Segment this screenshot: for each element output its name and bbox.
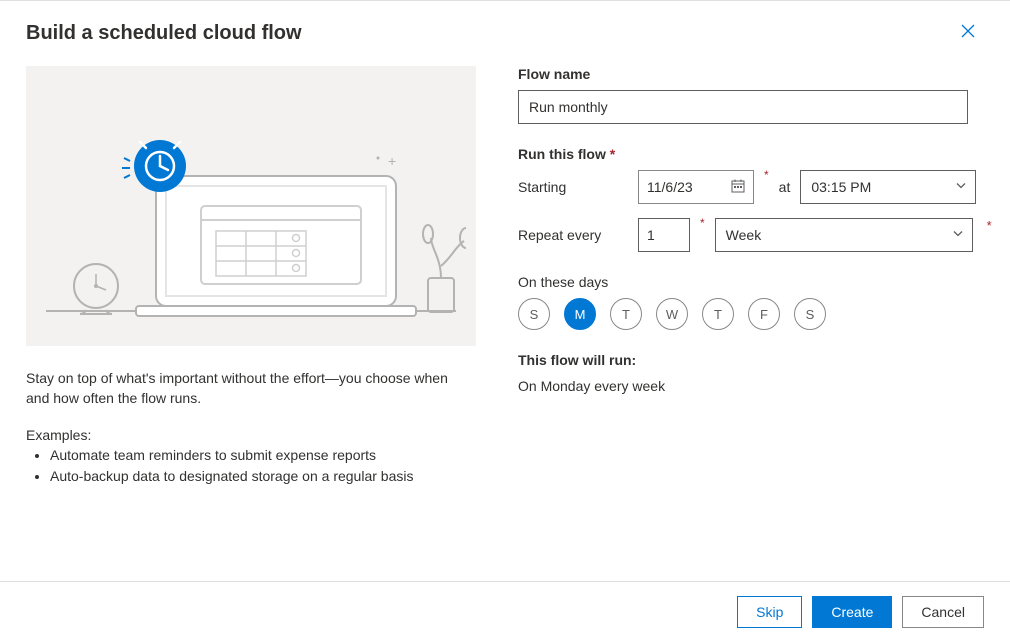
run-this-flow-text: Run this flow: [518, 146, 606, 162]
starting-time-value: 03:15 PM: [811, 179, 871, 195]
repeat-interval-input[interactable]: [638, 218, 690, 252]
summary-text: On Monday every week: [518, 378, 665, 394]
flow-name-label: Flow name: [518, 66, 992, 82]
days-section: On these days S M T W T F S: [518, 274, 992, 330]
repeat-unit-select[interactable]: Week: [715, 218, 973, 252]
at-label: at: [779, 179, 791, 195]
chevron-down-icon: [952, 228, 964, 243]
day-tuesday[interactable]: T: [610, 298, 642, 330]
run-this-flow-label: Run this flow *: [518, 146, 992, 162]
examples-list: Automate team reminders to submit expens…: [26, 445, 468, 487]
example-item: Automate team reminders to submit expens…: [50, 445, 468, 466]
day-sunday[interactable]: S: [518, 298, 550, 330]
flow-name-section: Flow name: [518, 66, 992, 124]
chevron-down-icon: [955, 180, 967, 195]
left-column: + Stay on top of what's important withou…: [26, 66, 486, 581]
repeat-row: Repeat every * Week *: [518, 218, 992, 252]
repeat-unit-value: Week: [726, 227, 762, 243]
starting-label: Starting: [518, 179, 628, 195]
starting-date-value: 11/6/23: [647, 179, 693, 195]
close-icon: [960, 23, 976, 39]
dialog-body: + Stay on top of what's important withou…: [0, 56, 1010, 581]
starting-date-input[interactable]: 11/6/23: [638, 170, 754, 204]
day-thursday[interactable]: T: [702, 298, 734, 330]
day-monday[interactable]: M: [564, 298, 596, 330]
run-this-flow-section: Run this flow * Starting 11/6/23 * at 03…: [518, 146, 992, 252]
schedule-flow-dialog: Build a scheduled cloud flow: [0, 0, 1010, 642]
dialog-header: Build a scheduled cloud flow: [0, 1, 1010, 56]
starting-row: Starting 11/6/23 * at 03:15 PM: [518, 170, 992, 204]
skip-button[interactable]: Skip: [737, 596, 802, 628]
example-item: Auto-backup data to designated storage o…: [50, 466, 468, 487]
close-button[interactable]: [952, 19, 984, 48]
required-asterisk: *: [700, 216, 705, 230]
cancel-button[interactable]: Cancel: [902, 596, 984, 628]
illustration: +: [26, 66, 476, 346]
required-asterisk: *: [987, 218, 992, 233]
right-column: Flow name Run this flow * Starting 11/6/…: [494, 66, 992, 581]
calendar-icon: [731, 179, 745, 196]
dialog-title: Build a scheduled cloud flow: [26, 22, 302, 45]
dialog-footer: Skip Create Cancel: [0, 581, 1010, 642]
starting-time-select[interactable]: 03:15 PM: [800, 170, 976, 204]
days-row: S M T W T F S: [518, 298, 992, 330]
flow-name-input[interactable]: [518, 90, 968, 124]
day-wednesday[interactable]: W: [656, 298, 688, 330]
required-asterisk: *: [610, 146, 615, 162]
day-friday[interactable]: F: [748, 298, 780, 330]
repeat-every-label: Repeat every: [518, 227, 628, 243]
svg-text:+: +: [388, 153, 396, 169]
examples-heading: Examples:: [26, 427, 468, 443]
create-button[interactable]: Create: [812, 596, 892, 628]
required-asterisk: *: [764, 168, 769, 182]
summary-section: This flow will run: On Monday every week: [518, 352, 992, 394]
summary-heading: This flow will run:: [518, 352, 992, 368]
description-text: Stay on top of what's important without …: [26, 368, 468, 409]
on-these-days-label: On these days: [518, 274, 992, 290]
day-saturday[interactable]: S: [794, 298, 826, 330]
